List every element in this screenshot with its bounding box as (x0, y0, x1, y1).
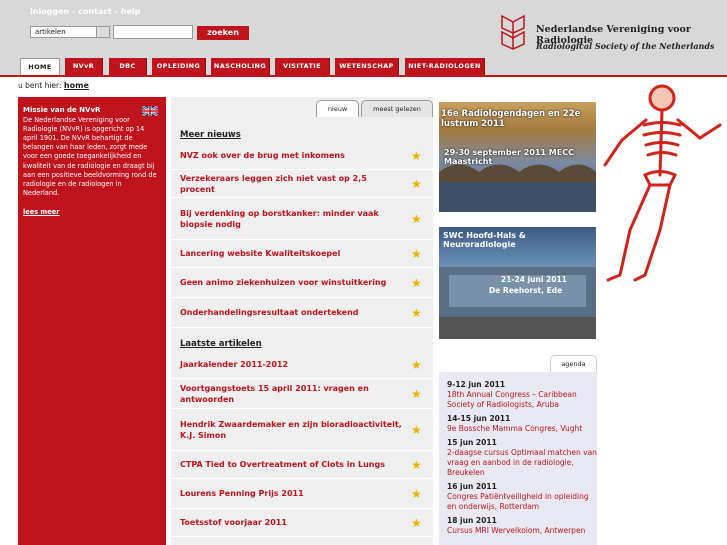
search-scope-select[interactable]: artikelen (30, 26, 110, 38)
ad2-place: De Reehorst, Ede (489, 286, 563, 295)
tab-nascholing[interactable]: NASCHOLING (211, 58, 270, 75)
star-icon: ★ (411, 515, 422, 530)
mission-panel: Missie van de NVvR De Nederlandse Vereni… (18, 97, 166, 545)
swc-banner[interactable]: SWC Hoofd-Hals & Neuroradiologie 21-24 j… (439, 227, 596, 339)
tab-opleiding[interactable]: OPLEIDING (152, 58, 206, 75)
star-icon: ★ (411, 457, 422, 472)
list-item[interactable]: Onderhandelingsresultaat ondertekend ★ (171, 298, 433, 328)
list-item[interactable]: Geen animo ziekenhuizen voor winstuitker… (171, 268, 433, 298)
star-icon: ★ (411, 246, 422, 261)
news-heading: Meer nieuws (180, 130, 241, 140)
tab-meest-gelezen[interactable]: meest gelezen (361, 100, 433, 117)
read-more-link[interactable]: lees meer (23, 208, 160, 217)
tab-wetenschap[interactable]: WETENSCHAP (335, 58, 399, 75)
uk-flag-icon[interactable] (142, 106, 158, 116)
ad1-title: 16e Radiologendagen en 22e lustrum 2011 (441, 109, 581, 129)
event-date: 15 jun 2011 (447, 438, 497, 447)
society-logo-icon (501, 14, 525, 50)
breadcrumb-label: u bent hier: (18, 81, 62, 90)
list-item[interactable]: CTPA Tied to Overtreatment of Clots in L… (171, 451, 433, 479)
articles-heading: Laatste artikelen (180, 339, 262, 349)
list-item[interactable]: NVZ ook over de brug met inkomens ★ (171, 142, 433, 170)
tab-nvvr[interactable]: NVvR (65, 58, 103, 75)
breadcrumb: u bent hier: home (18, 81, 89, 90)
list-item[interactable]: Verzekeraars leggen zich niet vast op 2,… (171, 170, 433, 198)
article-title: Jaarkalender 2011-2012 (180, 360, 289, 369)
event-title: Cursus MRI Wervelkolom, Antwerpen (447, 526, 586, 535)
star-icon: ★ (411, 148, 422, 163)
header-divider (0, 75, 727, 77)
agenda-item[interactable]: 15 jun 2011 2-daagse cursus Optimaal matc… (447, 438, 597, 478)
search-input[interactable] (113, 25, 193, 39)
article-title: Toetsstof voorjaar 2011 (180, 518, 287, 527)
star-icon: ★ (411, 305, 422, 320)
chevron-down-icon (96, 27, 109, 37)
article-title: Voortgangstoets 15 april 2011: vragen en… (180, 383, 369, 404)
mission-title: Missie van de NVvR (23, 106, 101, 114)
star-icon: ★ (411, 357, 422, 372)
star-icon: ★ (411, 275, 422, 290)
event-title: 18th Annual Congress – Caribbean Society… (447, 390, 577, 409)
ad2-title: SWC Hoofd-Hals & Neuroradiologie (443, 231, 526, 249)
article-title: Hendrik Zwaardemaker en zijn bioradioact… (180, 419, 402, 440)
search-button[interactable]: zoeken (197, 26, 249, 40)
ad1-date: 29-30 september 2011 MECC Maastricht (444, 148, 574, 166)
agenda-panel: 9-12 jun 2011 18th Annual Congress – Cari… (439, 372, 597, 545)
event-title: 9e Bossche Mamma Congres, Vught (447, 424, 583, 433)
agenda-item[interactable]: 18 jun 2011 Cursus MRI Wervelkolom, Antwe… (447, 516, 597, 536)
top-links[interactable]: inloggen - contact - help (30, 7, 140, 16)
agenda-item[interactable]: 14-15 jun 2011 9e Bossche Mamma Congres, … (447, 414, 597, 434)
org-subtitle: Radiological Society of the Netherlands (536, 41, 715, 51)
list-item[interactable]: Lancering website Kwaliteitskoepel ★ (171, 240, 433, 268)
event-date: 14-15 jun 2011 (447, 414, 511, 423)
news-title: Onderhandelingsresultaat ondertekend (180, 308, 359, 317)
list-item[interactable]: Lourens Penning Prijs 2011 ★ (171, 479, 433, 509)
event-date: 9-12 jun 2011 (447, 380, 506, 389)
star-icon: ★ (411, 211, 422, 226)
news-title: Verzekeraars leggen zich niet vast op 2,… (180, 173, 367, 194)
event-title: 2-daagse cursus Optimaal matchen van vra… (447, 448, 597, 477)
event-date: 16 jun 2011 (447, 482, 497, 491)
star-icon: ★ (411, 486, 422, 501)
tab-visitatie[interactable]: VISITATIE (275, 58, 330, 75)
star-icon: ★ (411, 422, 422, 437)
news-title: Geen animo ziekenhuizen voor winstuitker… (180, 278, 387, 287)
tab-niet-radiologen[interactable]: NIET-RADIOLOGEN (405, 58, 485, 75)
mission-text: De Nederlandse Vereniging voor Radiologi… (23, 116, 157, 197)
list-item[interactable]: Bij verdenking op borstkanker: minder va… (171, 198, 433, 240)
radiologendagen-banner[interactable]: 16e Radiologendagen en 22e lustrum 2011 … (439, 102, 596, 212)
breadcrumb-home-link[interactable]: home (64, 81, 89, 90)
article-title: CTPA Tied to Overtreatment of Clots in L… (180, 460, 385, 469)
agenda-item[interactable]: 9-12 jun 2011 18th Annual Congress – Cari… (447, 380, 597, 410)
news-title: NVZ ook over de brug met inkomens (180, 151, 345, 160)
list-item[interactable]: Jaarkalender 2011-2012 ★ (171, 351, 433, 379)
event-date: 18 jun 2011 (447, 516, 497, 525)
tab-nieuw[interactable]: nieuw (316, 100, 359, 117)
ad2-date: 21-24 juni 2011 (501, 275, 567, 284)
news-title: Lancering website Kwaliteitskoepel (180, 249, 341, 258)
skeleton-illustration-icon (603, 84, 722, 282)
event-title: Congres Patiëntveiligheid in opleiding e… (447, 492, 589, 511)
tab-home[interactable]: HOME (20, 58, 60, 76)
news-title: Bij verdenking op borstkanker: minder va… (180, 208, 379, 229)
agenda-item[interactable]: 16 jun 2011 Congres Patiëntveiligheid in … (447, 482, 597, 512)
tab-dbc[interactable]: DBC (109, 58, 147, 75)
search-scope-value: artikelen (35, 28, 66, 36)
list-item[interactable]: Toetsstof voorjaar 2011 ★ (171, 509, 433, 537)
list-item[interactable]: Voortgangstoets 15 april 2011: vragen en… (171, 379, 433, 409)
star-icon: ★ (411, 386, 422, 401)
article-title: Lourens Penning Prijs 2011 (180, 489, 304, 498)
star-icon: ★ (411, 176, 422, 191)
tab-agenda[interactable]: agenda (550, 355, 597, 372)
list-item[interactable]: Hendrik Zwaardemaker en zijn bioradioact… (171, 409, 433, 451)
